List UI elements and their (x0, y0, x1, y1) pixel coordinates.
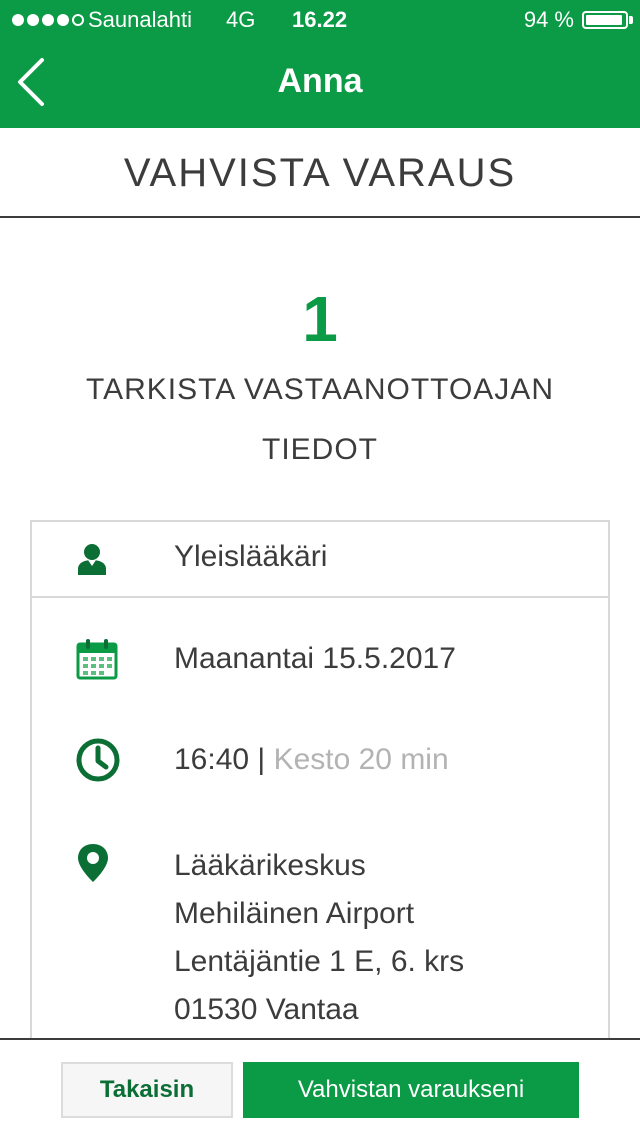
location-pin-icon (78, 844, 108, 882)
doctor-icon (78, 544, 106, 575)
appointment-time: 16:40 (174, 743, 250, 776)
step-number: 1 (302, 283, 338, 355)
footer-bar: Takaisin Vahvistan varaukseni (0, 1038, 640, 1136)
signal-dot (57, 14, 69, 26)
location-line: Mehiläinen Airport (174, 897, 415, 930)
date-row: Maanantai 15.5.2017 (32, 632, 608, 692)
appointment-date: Maanantai 15.5.2017 (174, 642, 456, 675)
step-title: TARKISTA VASTAANOTTOAJAN TIEDOT (40, 360, 600, 480)
signal-dot (27, 14, 39, 26)
location-line: 01530 Vantaa (174, 993, 359, 1026)
location-line: Lääkärikeskus (174, 849, 366, 882)
app-header: Saunalahti 4G 16.22 94 % Anna (0, 0, 640, 128)
appointment-time-text: 16:40 | Kesto 20 min (174, 743, 449, 777)
clock-icon (76, 738, 120, 782)
page-title: VAHVISTA VARAUS (0, 128, 640, 218)
appointment-duration: Kesto 20 min (273, 743, 449, 776)
step-title-line: TARKISTA VASTAANOTTOAJAN (86, 373, 554, 406)
doctor-row: Yleislääkäri (32, 522, 608, 598)
battery-icon (582, 11, 628, 29)
status-time: 16.22 (292, 7, 348, 32)
time-row: 16:40 | Kesto 20 min (32, 734, 608, 794)
carrier-name: Saunalahti (88, 7, 192, 32)
network-type: 4G (226, 7, 256, 32)
back-secondary-button[interactable]: Takaisin (61, 1062, 233, 1118)
step-title-line: TIEDOT (262, 433, 378, 466)
battery-fill (586, 15, 622, 25)
battery-tip (629, 16, 633, 24)
signal-dot (42, 14, 54, 26)
appointment-details-card: Yleislääkäri Maanantai 15.5.2017 16:40 |… (30, 520, 610, 1060)
signal-dot (12, 14, 24, 26)
location-row: Lääkärikeskus Mehiläinen Airport Lentäjä… (32, 838, 608, 1038)
battery-percent: 94 % (523, 7, 574, 32)
signal-dot (72, 14, 84, 26)
doctor-type: Yleislääkäri (174, 540, 328, 573)
calendar-icon (76, 639, 118, 680)
confirm-booking-button[interactable]: Vahvistan varaukseni (243, 1062, 579, 1118)
time-separator: | (257, 743, 266, 776)
status-bar: Saunalahti 4G 16.22 94 % (0, 0, 640, 40)
signal-strength-icon (12, 0, 84, 40)
appointment-location: Lääkärikeskus Mehiläinen Airport Lentäjä… (174, 842, 464, 1034)
location-line: Lentäjäntie 1 E, 6. krs (174, 945, 465, 978)
nav-title: Anna (277, 62, 363, 100)
